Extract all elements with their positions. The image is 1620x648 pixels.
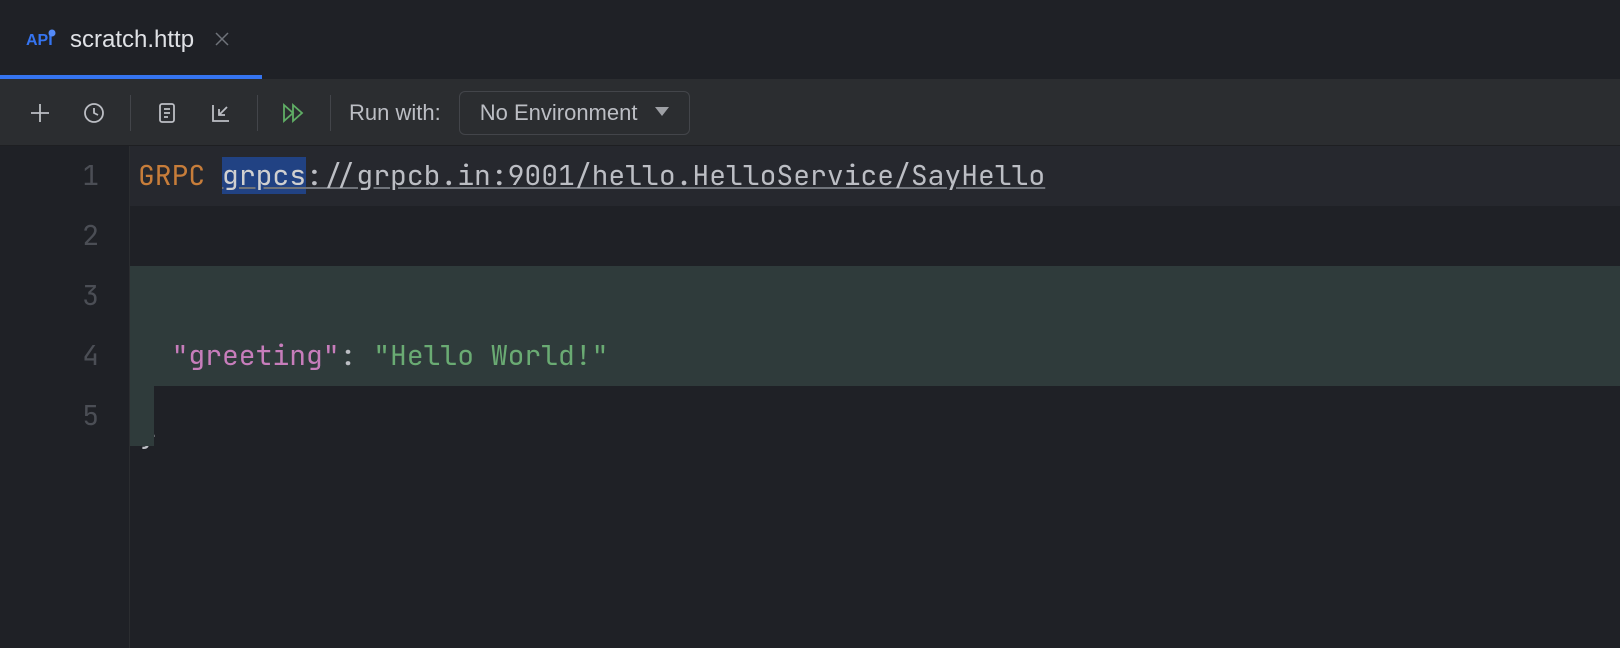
code-editor[interactable]: 1 2 3 4 5 GRPC grpcs://grpcb.in:9001/hel… bbox=[0, 146, 1620, 648]
add-request-button[interactable] bbox=[22, 95, 58, 131]
code-line[interactable]: GRPC grpcs://grpcb.in:9001/hello.HelloSe… bbox=[130, 146, 1620, 206]
line-number: 1 bbox=[0, 146, 99, 206]
json-colon: : bbox=[340, 337, 374, 374]
toolbar-separator bbox=[130, 95, 131, 131]
examples-button[interactable] bbox=[149, 95, 185, 131]
tab-scratch-http[interactable]: API scratch.http bbox=[0, 0, 262, 79]
line-number: 4 bbox=[0, 326, 99, 386]
line-number: 3 bbox=[0, 266, 99, 326]
url-scheme-selected[interactable]: grpcs bbox=[222, 157, 306, 194]
environment-value: No Environment bbox=[480, 100, 638, 126]
code-area[interactable]: GRPC grpcs://grpcb.in:9001/hello.HelloSe… bbox=[130, 146, 1620, 648]
line-number-gutter: 1 2 3 4 5 bbox=[0, 146, 130, 648]
chevron-down-icon bbox=[655, 104, 669, 122]
tab-bar: API scratch.http bbox=[0, 0, 1620, 80]
code-line[interactable] bbox=[130, 206, 1620, 266]
request-method: GRPC bbox=[138, 157, 205, 194]
line-number: 2 bbox=[0, 206, 99, 266]
history-button[interactable] bbox=[76, 95, 112, 131]
line-number: 5 bbox=[0, 386, 99, 446]
editor-toolbar: Run with: No Environment bbox=[0, 80, 1620, 146]
import-button[interactable] bbox=[203, 95, 239, 131]
body-marker bbox=[130, 266, 154, 446]
svg-text:API: API bbox=[26, 32, 53, 49]
tab-label: scratch.http bbox=[70, 26, 194, 54]
request-url[interactable]: ://grpcb.in:9001/hello.HelloService/SayH… bbox=[306, 157, 1045, 194]
code-line[interactable]: "greeting": "Hello World!" bbox=[130, 326, 1620, 386]
code-line[interactable]: } bbox=[130, 386, 1620, 446]
run-button[interactable] bbox=[276, 95, 312, 131]
toolbar-separator bbox=[330, 95, 331, 131]
api-icon: API bbox=[26, 29, 56, 51]
close-icon[interactable] bbox=[208, 23, 236, 57]
json-value: "Hello World!" bbox=[373, 337, 608, 374]
code-line[interactable]: { bbox=[130, 266, 1620, 326]
toolbar-separator bbox=[257, 95, 258, 131]
run-with-label: Run with: bbox=[349, 100, 441, 126]
environment-select[interactable]: No Environment bbox=[459, 91, 691, 135]
json-key: "greeting" bbox=[172, 337, 340, 374]
